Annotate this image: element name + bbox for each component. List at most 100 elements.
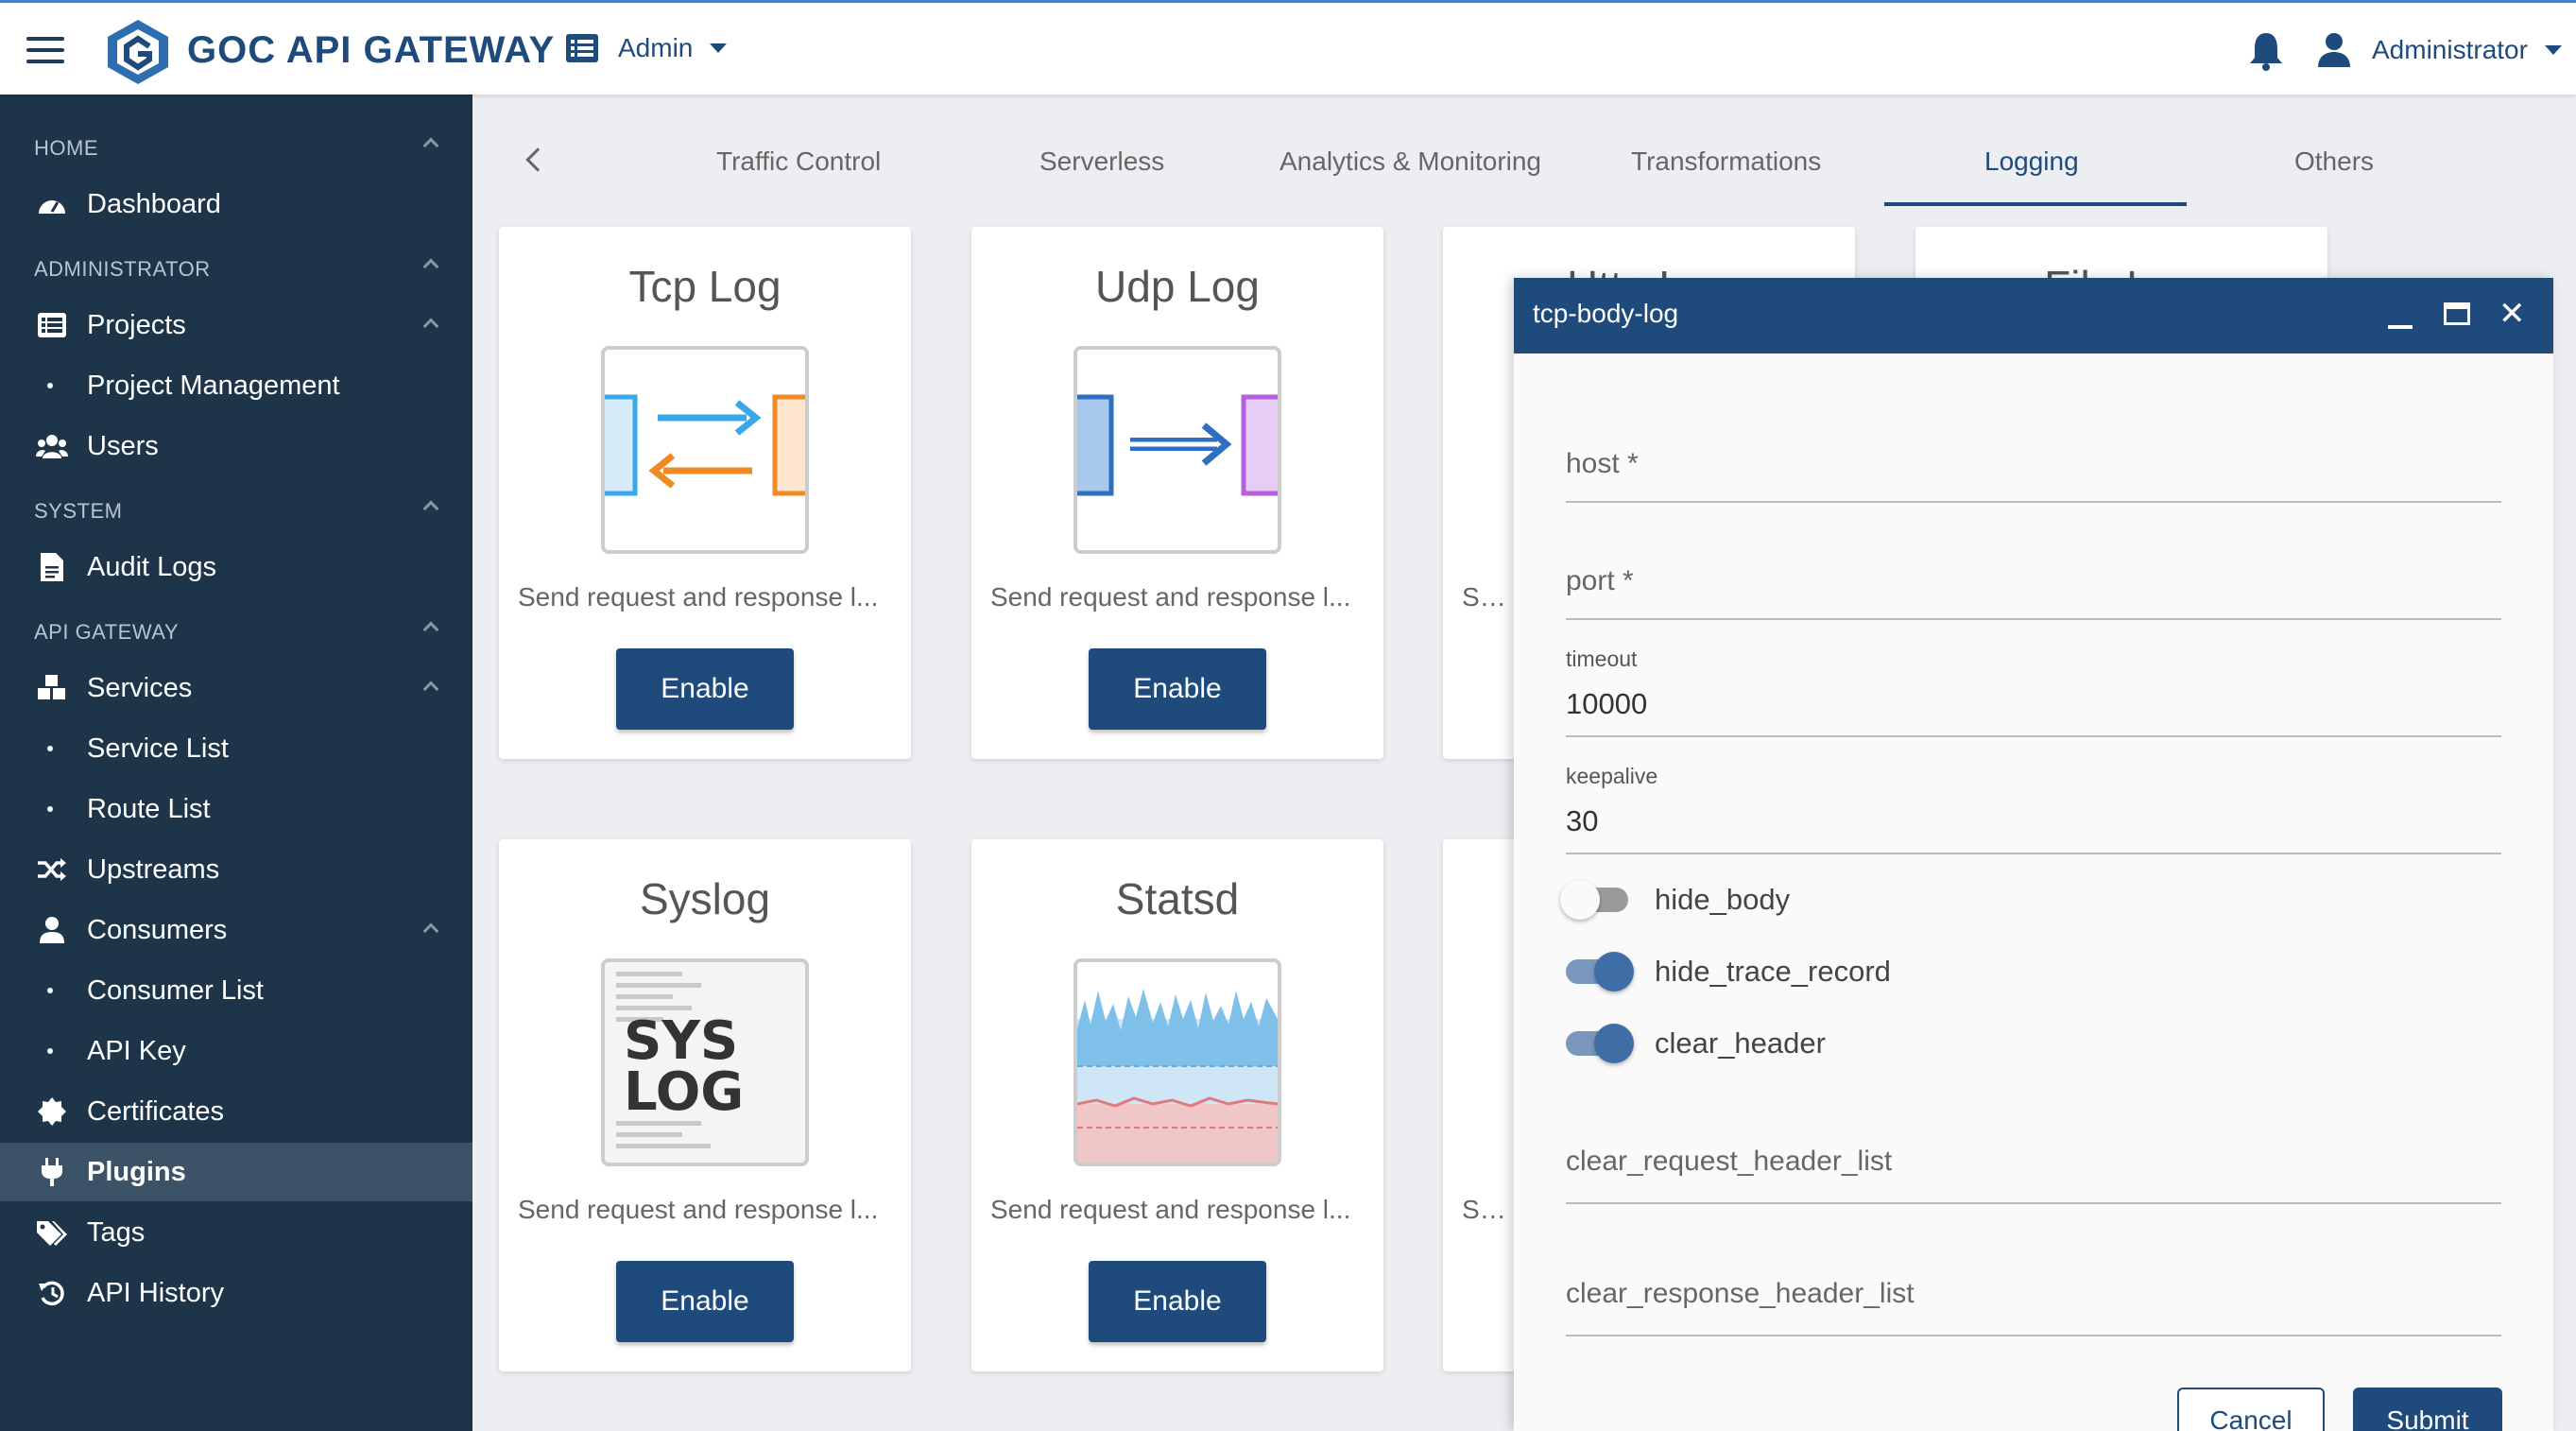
user-name: Administrator bbox=[2372, 35, 2528, 64]
list-icon bbox=[36, 310, 68, 340]
dialog-header: tcp-body-log ✕ bbox=[1514, 278, 2553, 353]
tab-analytics-monitoring[interactable]: Analytics & Monitoring bbox=[1279, 147, 1541, 177]
workspace-dropdown[interactable]: Admin bbox=[565, 33, 728, 63]
clear-response-header-list-field[interactable]: clear_response_header_list bbox=[1566, 1278, 2501, 1336]
keepalive-label: keepalive bbox=[1566, 764, 1658, 788]
sidebar-item-dashboard[interactable]: Dashboard bbox=[0, 175, 472, 233]
sidebar-item-label: Consumer List bbox=[87, 974, 264, 1006]
timeout-value: 10000 bbox=[1566, 687, 1648, 720]
card-description: Send request and response l... bbox=[990, 1195, 1351, 1224]
workspace-label: Admin bbox=[618, 33, 694, 62]
bullet-icon bbox=[47, 383, 53, 388]
enable-button[interactable]: Enable bbox=[616, 648, 794, 730]
sidebar-item-services[interactable]: Services bbox=[0, 659, 472, 717]
document-icon bbox=[36, 552, 68, 582]
chevron-up-icon[interactable] bbox=[422, 137, 439, 154]
dialog-title: tcp-body-log bbox=[1533, 299, 1679, 328]
brand-name: GOC API GATEWAY bbox=[187, 29, 556, 71]
enable-button[interactable]: Enable bbox=[1089, 648, 1266, 730]
tab-scroll-left-icon[interactable] bbox=[525, 147, 550, 172]
card-title: Statsd bbox=[1115, 874, 1240, 923]
chevron-up-icon[interactable] bbox=[422, 258, 439, 275]
sidebar-item-label: API Key bbox=[87, 1035, 186, 1066]
bullet-icon bbox=[47, 806, 53, 812]
logo-icon bbox=[108, 20, 168, 84]
sidebar-item-users[interactable]: Users bbox=[0, 417, 472, 475]
maximize-icon[interactable] bbox=[2444, 302, 2470, 325]
keepalive-value: 30 bbox=[1566, 804, 1599, 837]
chevron-down-icon bbox=[710, 43, 728, 53]
toggle-label: hide_trace_record bbox=[1655, 955, 1891, 988]
chevron-up-icon bbox=[422, 681, 439, 698]
toggle-knob bbox=[1594, 952, 1634, 991]
sidebar-item-plugins[interactable]: Plugins bbox=[0, 1143, 472, 1201]
user-dropdown[interactable]: Administrator bbox=[2315, 31, 2562, 69]
sidebar-item-certificates[interactable]: Certificates bbox=[0, 1082, 472, 1141]
tab-logging[interactable]: Logging bbox=[1984, 147, 2079, 177]
tab-others[interactable]: Others bbox=[2294, 147, 2374, 177]
chevron-up-icon[interactable] bbox=[422, 621, 439, 638]
bell-icon[interactable] bbox=[2247, 29, 2285, 71]
keepalive-field[interactable]: keepalive 30 bbox=[1566, 764, 2501, 854]
sidebar-item-label: Consumers bbox=[87, 914, 228, 945]
user-icon bbox=[36, 915, 68, 945]
bullet-icon bbox=[47, 1048, 53, 1054]
timeout-field[interactable]: timeout 10000 bbox=[1566, 647, 2501, 737]
certificate-icon bbox=[36, 1096, 68, 1127]
sidebar-item-tags[interactable]: Tags bbox=[0, 1203, 472, 1262]
sidebar-item-label: Services bbox=[87, 672, 193, 703]
tab-transformations[interactable]: Transformations bbox=[1631, 147, 1821, 177]
bullet-icon bbox=[47, 988, 53, 993]
minimize-icon[interactable] bbox=[2388, 325, 2413, 329]
close-icon[interactable]: ✕ bbox=[2499, 295, 2526, 333]
sidebar-item-label: Dashboard bbox=[87, 188, 221, 219]
sidebar-item-label: Certificates bbox=[87, 1095, 225, 1127]
cubes-icon bbox=[36, 673, 68, 703]
bullet-icon bbox=[47, 746, 53, 751]
host-field[interactable]: host * bbox=[1566, 448, 2501, 503]
dashboard-icon bbox=[36, 189, 68, 219]
enable-button[interactable]: Enable bbox=[1089, 1261, 1266, 1342]
sidebar-item-label: Route List bbox=[87, 793, 211, 824]
clear-response-header-list-label: clear_response_header_list bbox=[1566, 1278, 1915, 1309]
enable-button[interactable]: Enable bbox=[616, 1261, 794, 1342]
menu-icon[interactable] bbox=[26, 37, 64, 63]
hide-body-toggle[interactable]: hide_body bbox=[1560, 880, 1790, 920]
sidebar-item-api-key[interactable]: API Key bbox=[0, 1022, 472, 1080]
sidebar-item-service-list[interactable]: Service List bbox=[0, 719, 472, 778]
sidebar-item-route-list[interactable]: Route List bbox=[0, 780, 472, 838]
host-label: host * bbox=[1566, 448, 1639, 479]
card-description: Send request and response l... bbox=[990, 582, 1351, 612]
sidebar-item-label: Tags bbox=[87, 1216, 146, 1248]
tab-traffic-control[interactable]: Traffic Control bbox=[716, 147, 881, 177]
sidebar-item-label: Project Management bbox=[87, 370, 340, 401]
sidebar-item-upstreams[interactable]: Upstreams bbox=[0, 840, 472, 899]
section-system: SYSTEM bbox=[34, 499, 123, 523]
sidebar-item-project-management[interactable]: Project Management bbox=[0, 356, 472, 415]
section-administrator: ADMINISTRATOR bbox=[34, 257, 211, 281]
sidebar-item-consumer-list[interactable]: Consumer List bbox=[0, 961, 472, 1020]
toggle-knob bbox=[1560, 880, 1600, 920]
section-home: HOME bbox=[34, 136, 98, 160]
port-label: port * bbox=[1566, 565, 1634, 596]
sidebar-item-label: Projects bbox=[87, 309, 186, 340]
sidebar-item-label: Users bbox=[87, 430, 159, 461]
users-icon bbox=[36, 431, 68, 461]
sidebar-item-audit-logs[interactable]: Audit Logs bbox=[0, 538, 472, 596]
sidebar-item-label: Plugins bbox=[87, 1156, 186, 1187]
clear-request-header-list-field[interactable]: clear_request_header_list bbox=[1566, 1146, 2501, 1204]
submit-button[interactable]: Submit bbox=[2353, 1388, 2502, 1431]
sidebar-item-projects[interactable]: Projects bbox=[0, 296, 472, 354]
cancel-button[interactable]: Cancel bbox=[2177, 1388, 2325, 1431]
sidebar-item-api-history[interactable]: API History bbox=[0, 1264, 472, 1322]
plugin-card-udp-log: Udp Log Send request and response l... E… bbox=[971, 227, 1383, 759]
sidebar-item-consumers[interactable]: Consumers bbox=[0, 901, 472, 959]
list-icon bbox=[566, 34, 598, 62]
tab-serverless[interactable]: Serverless bbox=[1039, 147, 1164, 177]
port-field[interactable]: port * bbox=[1566, 565, 2501, 620]
clear-header-toggle[interactable]: clear_header bbox=[1566, 1024, 1826, 1063]
chevron-up-icon[interactable] bbox=[422, 500, 439, 517]
plugin-card-syslog: Syslog SYS LOG Send request and response… bbox=[499, 839, 911, 1371]
hide-trace-record-toggle[interactable]: hide_trace_record bbox=[1566, 952, 1891, 991]
card-description: Send request and response l... bbox=[518, 1195, 879, 1224]
